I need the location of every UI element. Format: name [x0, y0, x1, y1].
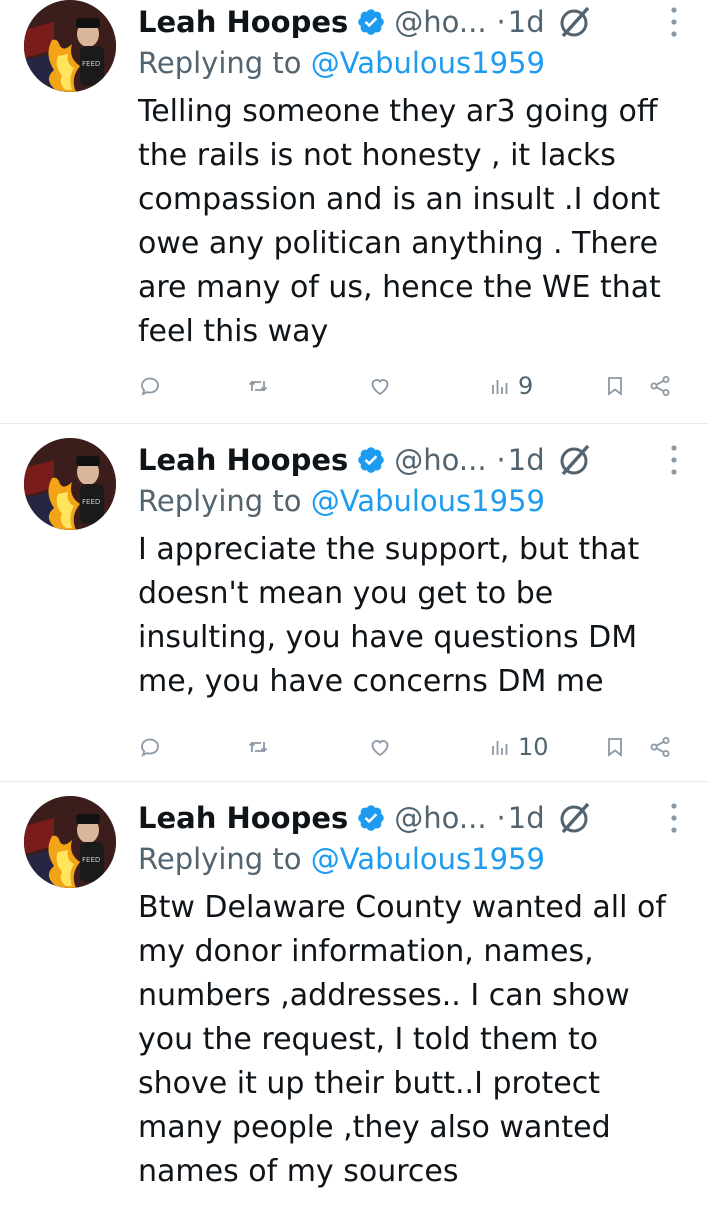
retweet-icon	[248, 741, 268, 753]
tweet-text: Telling someone they ar3 going off the r…	[138, 94, 661, 349]
svg-text:FEED: FEED	[82, 60, 100, 68]
tweet-text: I appreciate the support, but that doesn…	[138, 532, 640, 699]
share-button[interactable]	[648, 369, 672, 403]
retweet-icon	[248, 380, 268, 392]
share-icon	[650, 376, 670, 396]
tweet-actions: 9	[138, 369, 679, 403]
timestamp[interactable]: 1d	[508, 5, 545, 39]
author-name[interactable]: Leah Hoopes	[138, 443, 348, 477]
retweet-button[interactable]	[246, 730, 270, 764]
avatar[interactable]: FEED	[24, 796, 116, 888]
retweet-button[interactable]	[246, 369, 270, 403]
tweet-header: Leah Hoopes @ho... · 1d	[138, 798, 689, 838]
author-handle[interactable]: @ho...	[394, 443, 486, 477]
reply-button[interactable]	[138, 730, 162, 764]
replying-mention-link[interactable]: @Vabulous1959	[311, 484, 545, 518]
bookmark-button[interactable]	[603, 730, 627, 764]
timestamp[interactable]: 1d	[508, 443, 545, 477]
replying-label: Replying to	[138, 484, 311, 518]
bookmark-icon	[608, 738, 622, 757]
tweet[interactable]: FEED Leah Hoopes @ho... · 1d Replying to…	[0, 424, 709, 781]
replying-label: Replying to	[138, 842, 311, 876]
like-button[interactable]	[368, 730, 392, 764]
verified-badge-icon	[358, 9, 385, 35]
reply-icon	[141, 377, 159, 396]
grok-icon[interactable]	[555, 440, 595, 480]
more-options-icon[interactable]	[669, 444, 679, 476]
replying-label: Replying to	[138, 46, 311, 80]
avatar[interactable]: FEED	[24, 438, 116, 530]
views-count: 10	[518, 733, 549, 761]
like-button[interactable]	[368, 369, 392, 403]
like-icon	[371, 379, 389, 396]
tweet-header: Leah Hoopes @ho... · 1d	[138, 440, 689, 480]
views-button[interactable]: 10	[488, 730, 549, 764]
tweet[interactable]: FEED Leah Hoopes @ho... · 1d Replying to…	[0, 0, 709, 423]
author-name[interactable]: Leah Hoopes	[138, 5, 348, 39]
replying-to: Replying to @Vabulous1959	[138, 46, 545, 80]
reply-button[interactable]	[138, 369, 162, 403]
verified-badge-icon	[358, 447, 385, 473]
author-handle[interactable]: @ho...	[394, 5, 486, 39]
author-handle[interactable]: @ho...	[394, 801, 486, 835]
avatar[interactable]: FEED	[24, 0, 116, 92]
tweet-actions: 10	[138, 730, 679, 764]
tweet[interactable]: FEED Leah Hoopes @ho... · 1d Replying to…	[0, 782, 709, 1222]
separator-dot: ·	[496, 801, 506, 835]
views-count: 9	[518, 372, 534, 400]
replying-to: Replying to @Vabulous1959	[138, 484, 545, 518]
verified-badge-icon	[358, 805, 385, 831]
more-options-icon[interactable]	[669, 802, 679, 834]
views-icon	[492, 380, 508, 394]
author-name[interactable]: Leah Hoopes	[138, 801, 348, 835]
replying-mention-link[interactable]: @Vabulous1959	[311, 46, 545, 80]
svg-text:FEED: FEED	[82, 498, 100, 506]
bookmark-icon	[608, 377, 622, 396]
views-icon	[492, 741, 508, 755]
separator-dot: ·	[496, 443, 506, 477]
separator-dot: ·	[496, 5, 506, 39]
tweet-text: Btw Delaware County wanted all of my don…	[138, 890, 666, 1189]
grok-icon[interactable]	[555, 2, 595, 42]
more-options-icon[interactable]	[669, 6, 679, 38]
bookmark-button[interactable]	[603, 369, 627, 403]
views-button[interactable]: 9	[488, 369, 533, 403]
replying-mention-link[interactable]: @Vabulous1959	[311, 842, 545, 876]
like-icon	[371, 740, 389, 757]
grok-icon[interactable]	[555, 798, 595, 838]
replying-to: Replying to @Vabulous1959	[138, 842, 545, 876]
timestamp[interactable]: 1d	[508, 801, 545, 835]
svg-text:FEED: FEED	[82, 856, 100, 864]
tweet-header: Leah Hoopes @ho... · 1d	[138, 2, 689, 42]
reply-icon	[141, 738, 159, 757]
share-icon	[650, 737, 670, 757]
share-button[interactable]	[648, 730, 672, 764]
